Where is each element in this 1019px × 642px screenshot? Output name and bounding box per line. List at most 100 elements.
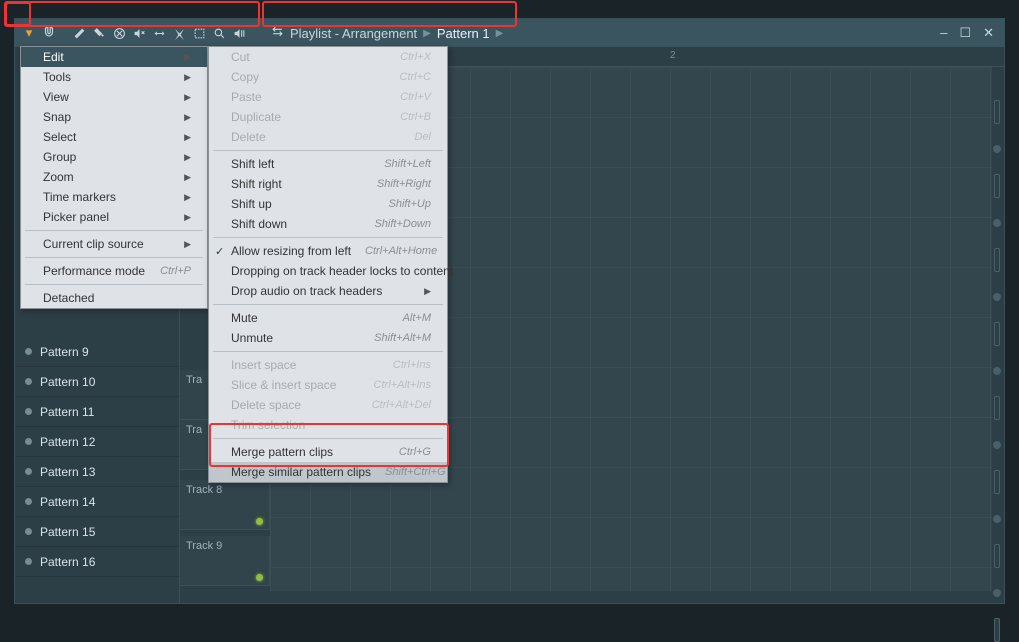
menu-item-label: Zoom xyxy=(43,170,170,184)
track-knob[interactable] xyxy=(993,441,1001,449)
menu-item-merge-similar-pattern-clips[interactable]: Merge similar pattern clipsShift+Ctrl+G xyxy=(209,462,447,482)
titlebar: ▾ Playlist - Arrangement ▶ Pattern 1 ▶ –… xyxy=(15,19,1004,47)
select-icon[interactable] xyxy=(191,25,207,41)
breadcrumb-pattern[interactable]: Pattern 1 xyxy=(437,26,490,41)
menu-item-drop-lock[interactable]: Dropping on track header locks to conten… xyxy=(209,261,447,281)
menu-item-label: Cut xyxy=(231,50,386,64)
track-knob[interactable] xyxy=(993,145,1001,153)
ruler-number: 2 xyxy=(670,50,676,61)
zoom-icon[interactable] xyxy=(211,25,227,41)
track-knob[interactable] xyxy=(993,589,1001,597)
menu-item-label: Merge pattern clips xyxy=(231,445,385,459)
menu-item-shift-down[interactable]: Shift downShift+Down xyxy=(209,214,447,234)
sidebar-pattern-item[interactable]: Pattern 14 xyxy=(15,487,179,517)
menu-item-unmute[interactable]: UnmuteShift+Alt+M xyxy=(209,328,447,348)
menu-item-mute[interactable]: MuteAlt+M xyxy=(209,308,447,328)
track-enable-dot[interactable] xyxy=(256,574,263,581)
delete-icon[interactable] xyxy=(111,25,127,41)
menu-item-view[interactable]: View▶ xyxy=(21,87,207,107)
track-knob[interactable] xyxy=(993,219,1001,227)
track-volume[interactable] xyxy=(994,100,1000,124)
breadcrumb-app[interactable]: Playlist - Arrangement xyxy=(290,26,417,41)
sidebar-pattern-item[interactable]: Pattern 9 xyxy=(15,337,179,367)
track-knob[interactable] xyxy=(993,515,1001,523)
menu-item-shortcut: Ctrl+C xyxy=(400,71,431,83)
menu-item-label: Unmute xyxy=(231,331,360,345)
sidebar-pattern-item[interactable]: Pattern 10 xyxy=(15,367,179,397)
menu-separator xyxy=(25,257,203,258)
menu-separator xyxy=(213,237,443,238)
menu-item-shortcut: Ctrl+Alt+Del xyxy=(372,399,431,411)
paint-icon[interactable] xyxy=(91,25,107,41)
menu-item-allow-resizing[interactable]: Allow resizing from leftCtrl+Alt+Home xyxy=(209,241,447,261)
menu-item-label: Insert space xyxy=(231,358,379,372)
menu-item-label: Snap xyxy=(43,110,170,124)
close-button[interactable]: ✕ xyxy=(983,25,994,41)
sidebar-pattern-item[interactable]: Pattern 12 xyxy=(15,427,179,457)
track-header[interactable]: Track 8 xyxy=(180,480,270,530)
menu-item-shortcut: Shift+Right xyxy=(377,178,431,190)
menu-item-shift-up[interactable]: Shift upShift+Up xyxy=(209,194,447,214)
menu-item-detached[interactable]: Detached xyxy=(21,288,207,308)
menu-item-tools[interactable]: Tools ▶ xyxy=(21,67,207,87)
menu-item-merge-pattern-clips[interactable]: Merge pattern clipsCtrl+G xyxy=(209,442,447,462)
menu-item-label: Paste xyxy=(231,90,386,104)
menu-item-picker-panel[interactable]: Picker panel▶ xyxy=(21,207,207,227)
mute-icon[interactable] xyxy=(131,25,147,41)
menu-item-shift-right[interactable]: Shift right Shift+Right xyxy=(209,174,447,194)
menu-item-label: Shift right xyxy=(231,177,363,191)
track-name: Tra xyxy=(186,424,202,436)
track-volume[interactable] xyxy=(994,174,1000,198)
sidebar-item-label: Pattern 16 xyxy=(40,555,95,569)
submenu-arrow-icon: ▶ xyxy=(184,72,191,83)
track-header[interactable]: Track 9 xyxy=(180,536,270,586)
menu-dropdown-icon[interactable]: ▾ xyxy=(21,25,37,41)
menu-item-time-markers[interactable]: Time markers▶ xyxy=(21,187,207,207)
track-volume[interactable] xyxy=(994,322,1000,346)
maximize-button[interactable]: ☐ xyxy=(959,25,971,41)
menu-item-zoom[interactable]: Zoom ▶ xyxy=(21,167,207,187)
sidebar-pattern-item[interactable]: Pattern 13 xyxy=(15,457,179,487)
track-volume[interactable] xyxy=(994,544,1000,568)
menu-item-label: Tools xyxy=(43,70,170,84)
menu-item-shortcut: Shift+Ctrl+G xyxy=(385,466,446,478)
slice-icon[interactable] xyxy=(171,25,187,41)
menu-item-label: Select xyxy=(43,130,170,144)
submenu-arrow-icon: ▶ xyxy=(184,132,191,143)
magnet-icon[interactable] xyxy=(41,25,57,41)
track-volume[interactable] xyxy=(994,248,1000,272)
menu-item-drop-audio[interactable]: Drop audio on track headers▶ xyxy=(209,281,447,301)
menu-item-label: Delete xyxy=(231,130,400,144)
track-knob[interactable] xyxy=(993,367,1001,375)
sidebar-pattern-item[interactable]: Pattern 16 xyxy=(15,547,179,577)
slip-icon[interactable] xyxy=(151,25,167,41)
pencil-icon[interactable] xyxy=(71,25,87,41)
arrangement-icon[interactable] xyxy=(271,25,284,41)
playback-icon[interactable] xyxy=(231,25,247,41)
menu-item-label: Edit xyxy=(43,50,170,64)
menu-item-performance-mode[interactable]: Performance modeCtrl+P xyxy=(21,261,207,281)
track-enable-dot[interactable] xyxy=(256,518,263,525)
menu-item-trim-selection: Trim selection xyxy=(209,415,447,435)
track-knob[interactable] xyxy=(993,293,1001,301)
menu-item-edit[interactable]: Edit▶ xyxy=(21,47,207,67)
minimize-button[interactable]: – xyxy=(940,25,947,41)
menu-item-shortcut: Ctrl+P xyxy=(160,265,191,277)
menu-item-select[interactable]: Select ▶ xyxy=(21,127,207,147)
sidebar-item-label: Pattern 13 xyxy=(40,465,95,479)
track-name: Tra xyxy=(186,374,202,386)
menu-item-label: Duplicate xyxy=(231,110,386,124)
track-volume[interactable] xyxy=(994,396,1000,420)
menu-separator xyxy=(213,438,443,439)
menu-item-current-clip-source[interactable]: Current clip source▶ xyxy=(21,234,207,254)
submenu-arrow-icon: ▶ xyxy=(184,172,191,183)
chevron-right-icon: ▶ xyxy=(423,28,431,39)
menu-item-delete: DeleteDel xyxy=(209,127,447,147)
sidebar-pattern-item[interactable]: Pattern 15 xyxy=(15,517,179,547)
track-volume[interactable] xyxy=(994,470,1000,494)
sidebar-pattern-item[interactable]: Pattern 11 xyxy=(15,397,179,427)
menu-item-group[interactable]: Group▶ xyxy=(21,147,207,167)
menu-item-snap[interactable]: Snap▶ xyxy=(21,107,207,127)
menu-item-label: Copy xyxy=(231,70,386,84)
menu-item-shift-left[interactable]: Shift leftShift+Left xyxy=(209,154,447,174)
